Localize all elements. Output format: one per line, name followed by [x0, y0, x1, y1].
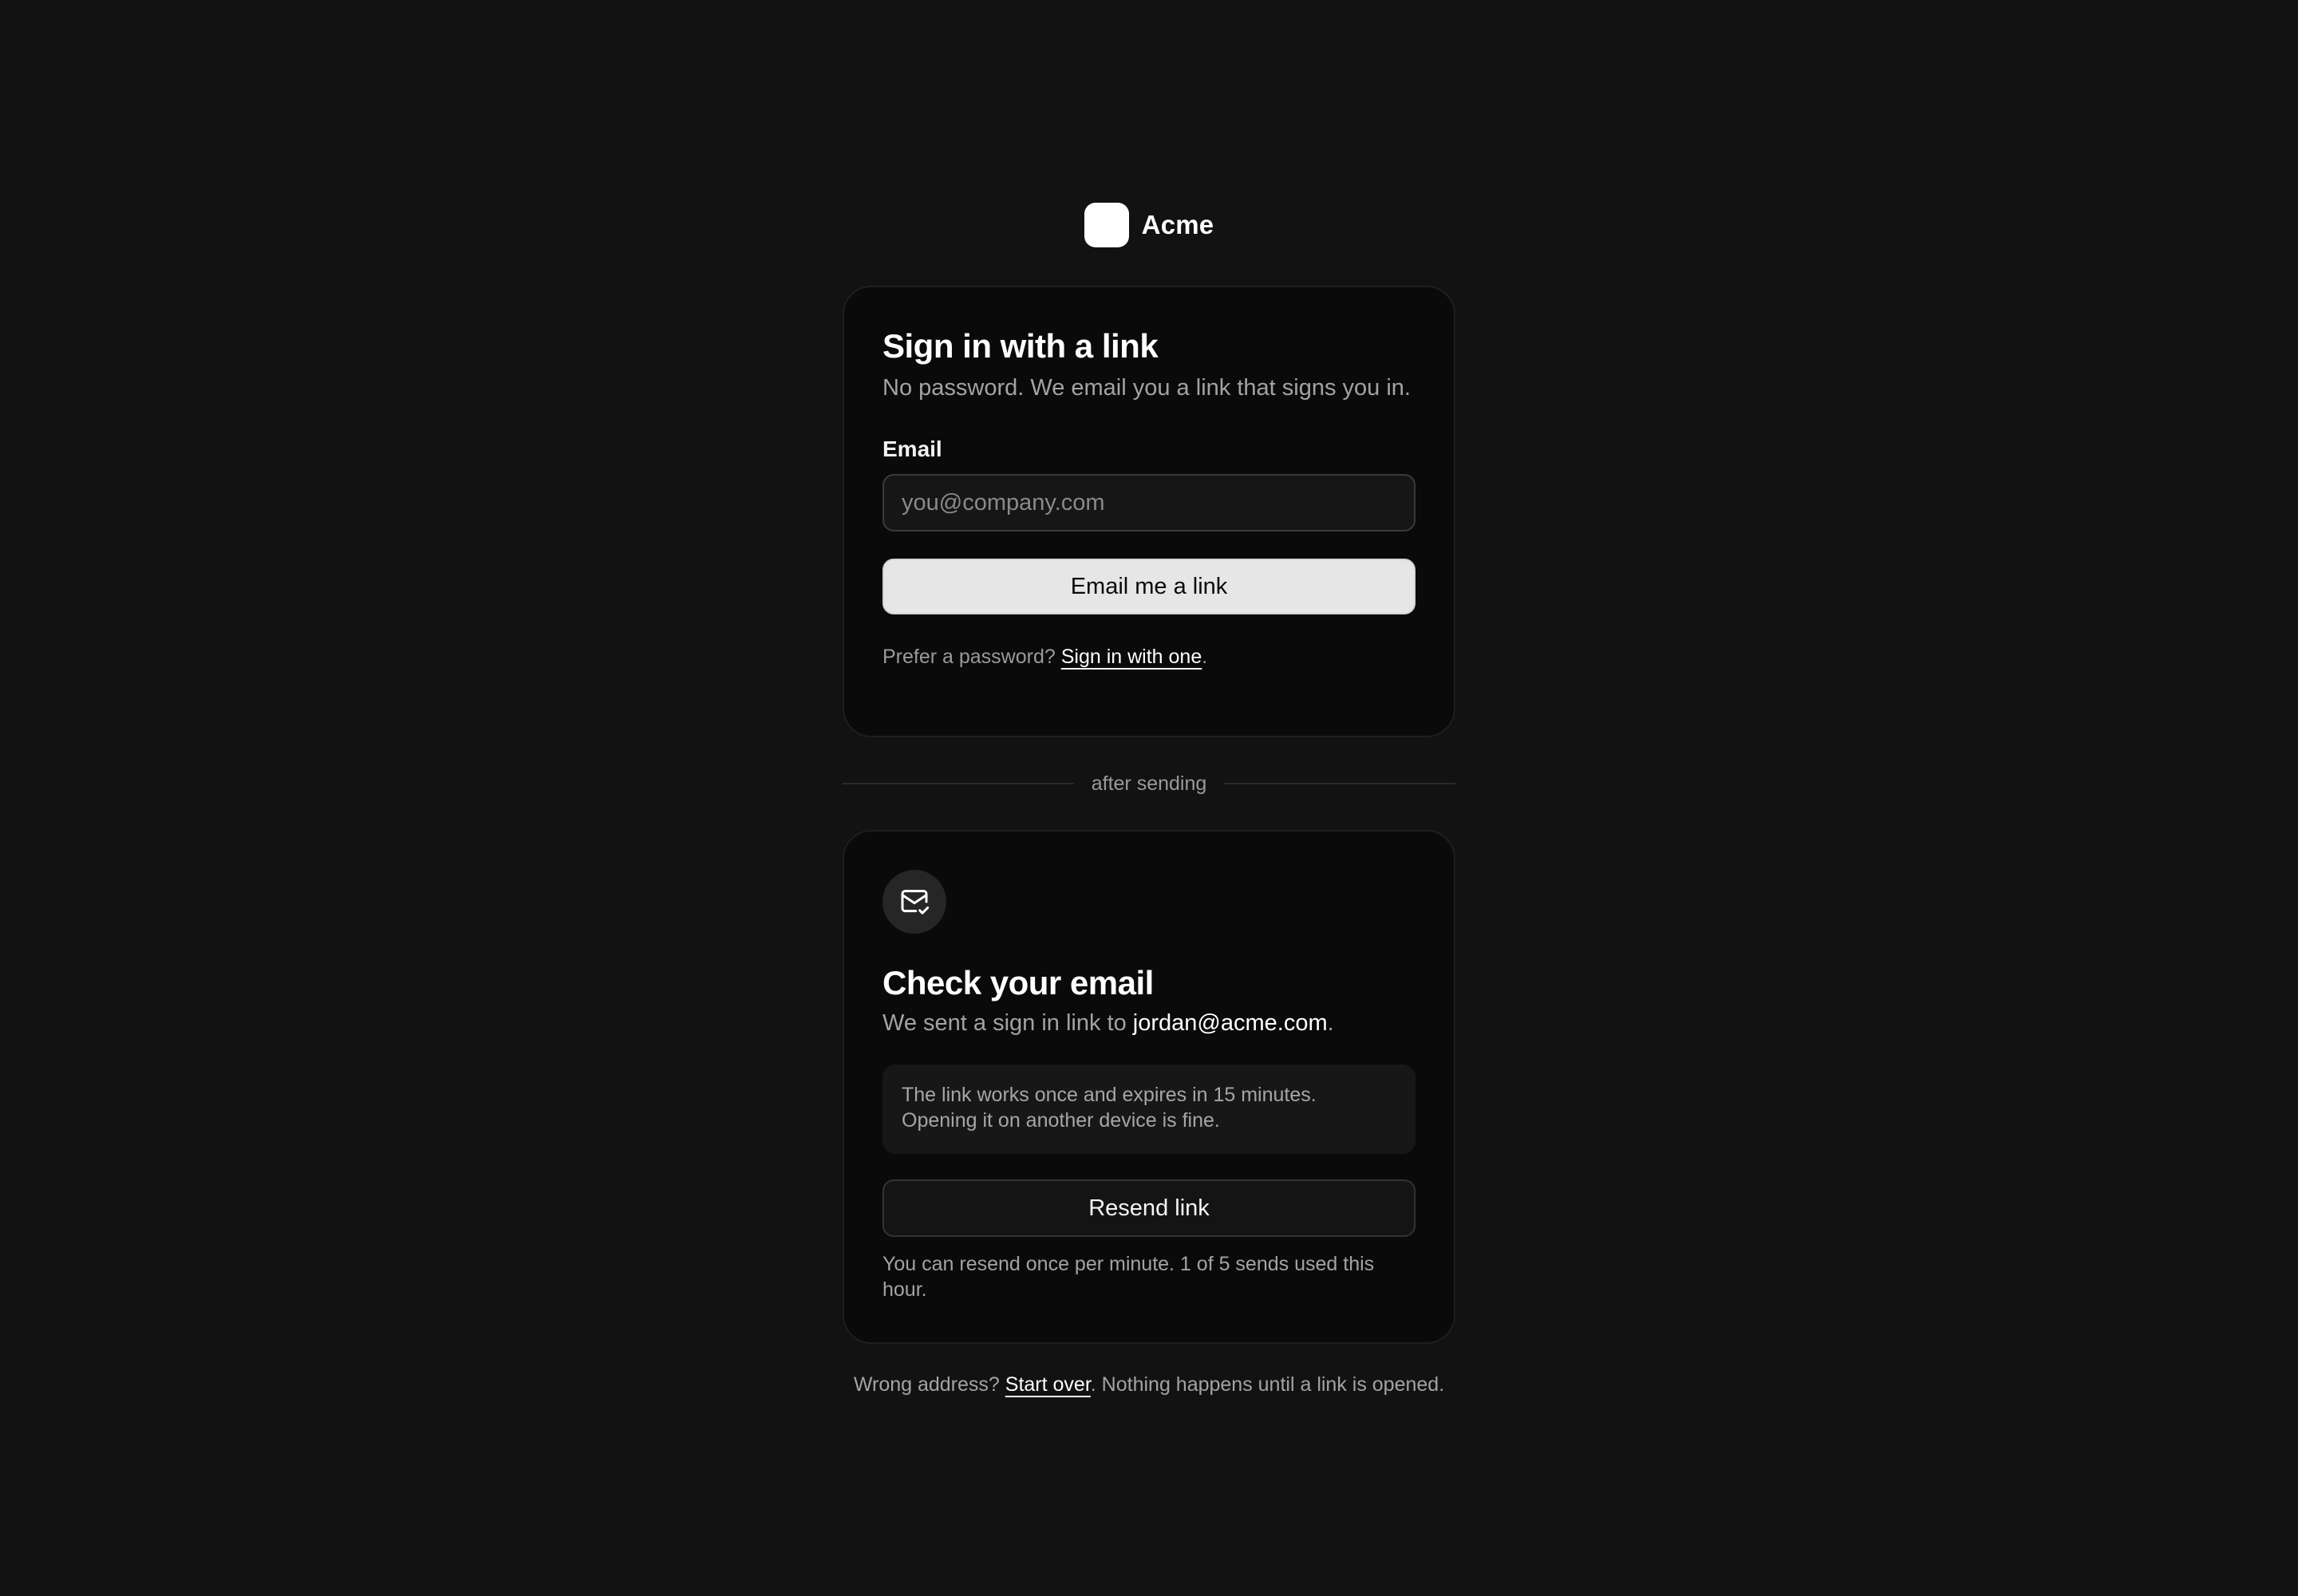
divider-label: after sending: [1091, 772, 1207, 795]
mail-check-icon: [901, 890, 930, 915]
brand-header: Acme: [843, 203, 1455, 247]
check-email-card: Check your email We sent a sign in link …: [843, 830, 1455, 1344]
email-me-link-button[interactable]: Email me a link: [882, 559, 1416, 614]
sent-email-address: jordan@acme.com: [1132, 1010, 1328, 1036]
auth-container: Acme Sign in with a link No password. We…: [843, 203, 1456, 1398]
password-alt-prefix: Prefer a password?: [882, 646, 1056, 668]
sent-prefix: We sent a sign in link to: [882, 1010, 1127, 1036]
divider-line-right: [1224, 783, 1456, 784]
resend-link-button[interactable]: Resend link: [882, 1179, 1416, 1237]
mail-icon-badge: [882, 870, 946, 934]
divider-line-left: [843, 783, 1074, 784]
footer-suffix: . Nothing happens until a link is opened…: [1090, 1373, 1445, 1396]
brand-name: Acme: [1141, 210, 1214, 239]
signin-subtitle: No password. We email you a link that si…: [882, 375, 1411, 401]
check-email-title: Check your email: [882, 964, 1154, 1001]
password-alternative: Prefer a password? Sign in with one.: [882, 643, 1416, 670]
resend-limit-note: You can resend once per minute. 1 of 5 s…: [882, 1253, 1375, 1301]
start-over-link[interactable]: Start over: [1005, 1373, 1091, 1396]
check-email-subtitle: We sent a sign in link to jordan@acme.co…: [882, 1007, 1416, 1039]
state-divider: after sending: [843, 769, 1456, 798]
email-label: Email: [882, 437, 942, 461]
footer-prefix: Wrong address?: [853, 1373, 1000, 1396]
info-line-expiry: The link works once and expires in 15 mi…: [902, 1084, 1317, 1106]
email-input[interactable]: [882, 474, 1416, 531]
signin-title: Sign in with a link: [882, 327, 1159, 365]
link-info-box: The link works once and expires in 15 mi…: [882, 1065, 1416, 1154]
signin-card: Sign in with a link No password. We emai…: [843, 286, 1455, 737]
sign-in-with-password-link[interactable]: Sign in with one: [1061, 646, 1202, 668]
footer-note: Wrong address? Start over. Nothing happe…: [843, 1371, 1455, 1398]
password-alt-suffix: .: [1202, 646, 1208, 668]
sent-suffix: .: [1327, 1010, 1334, 1036]
acme-logo: [1084, 203, 1129, 247]
info-line-device: Opening it on another device is fine.: [902, 1109, 1220, 1132]
